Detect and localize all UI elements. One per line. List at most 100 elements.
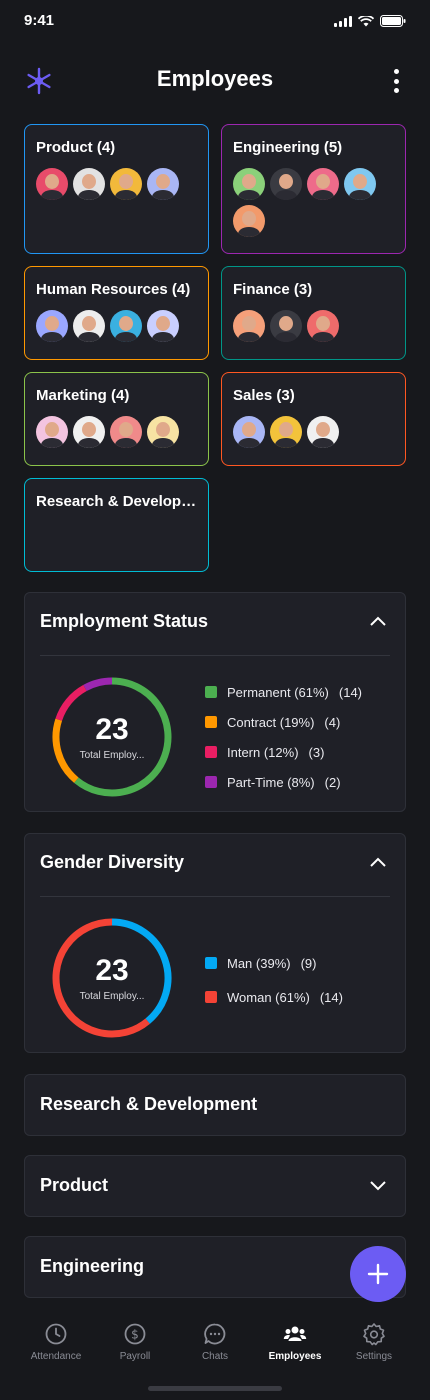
gear-icon [363, 1323, 385, 1346]
dollar-icon: $ [124, 1323, 146, 1345]
avatar[interactable] [73, 168, 105, 200]
avatar[interactable] [270, 310, 302, 342]
legend-count: (3) [308, 744, 325, 760]
svg-text:$: $ [131, 1328, 139, 1342]
tab-employees[interactable]: Employees [255, 1322, 335, 1362]
legend-swatch [205, 776, 217, 788]
chevron-down-icon[interactable] [369, 1180, 387, 1192]
add-employee-button[interactable] [350, 1246, 406, 1302]
avatar[interactable] [270, 416, 302, 448]
home-indicator [148, 1386, 282, 1391]
avatar[interactable] [147, 416, 179, 448]
employment-donut-center: 23 Total Employ... [51, 713, 173, 761]
avatar[interactable] [233, 416, 265, 448]
legend-item-permanent: Permanent (61%) (14) [205, 677, 362, 707]
legend-item-contract: Contract (19%) (4) [205, 707, 362, 737]
legend-swatch [205, 957, 217, 969]
more-options-icon[interactable] [388, 66, 404, 96]
legend-swatch [205, 716, 217, 728]
avatar[interactable] [307, 416, 339, 448]
chat-icon [204, 1323, 226, 1345]
department-card-finance[interactable]: Finance (3) [221, 266, 406, 360]
tab-attendance[interactable]: Attendance [16, 1322, 96, 1362]
legend-count: (14) [338, 684, 363, 700]
section-title: Research & Development [40, 1094, 258, 1114]
tab-label: Attendance [30, 1351, 82, 1362]
legend-label: Permanent (61%) [227, 684, 329, 700]
tab-settings[interactable]: Settings [334, 1322, 414, 1362]
department-card-engineering[interactable]: Engineering (5) [221, 124, 406, 254]
status-icons [334, 15, 406, 27]
avatar[interactable] [233, 205, 265, 237]
avatar[interactable] [36, 168, 68, 200]
divider [40, 896, 390, 897]
department-card-marketing[interactable]: Marketing (4) [24, 372, 209, 466]
department-card-research-development[interactable]: Research & Development [24, 478, 209, 572]
avatar-group [233, 416, 394, 448]
tab-label: Settings [355, 1351, 393, 1362]
status-bar: 9:41 [0, 0, 430, 44]
page-title: Employees [156, 66, 274, 91]
department-card-sales[interactable]: Sales (3) [221, 372, 406, 466]
avatar[interactable] [110, 310, 142, 342]
legend-count: (4) [324, 714, 341, 730]
section-engineering[interactable]: Engineering [24, 1236, 406, 1298]
section-product[interactable]: Product [24, 1155, 406, 1217]
gender-total-label: Total Employ... [79, 991, 145, 1002]
department-card-human-resources[interactable]: Human Resources (4) [24, 266, 209, 360]
department-title: Research & Development [36, 493, 197, 510]
avatar[interactable] [36, 416, 68, 448]
tab-payroll[interactable]: $ Payroll [95, 1322, 175, 1362]
tab-label: Employees [268, 1351, 322, 1362]
legend-item-man: Man (39%) (9) [205, 946, 343, 980]
avatar-group [233, 168, 394, 237]
department-card-product[interactable]: Product (4) [24, 124, 209, 254]
department-title: Engineering (5) [233, 139, 343, 156]
employment-status-panel: Employment Status 23 Total Employ... Per… [24, 592, 406, 812]
avatar[interactable] [233, 310, 265, 342]
legend-count: (14) [319, 989, 343, 1005]
legend-swatch [205, 991, 217, 1003]
chevron-up-icon[interactable] [369, 856, 387, 868]
employment-total: 23 [95, 713, 129, 746]
legend-item-woman: Woman (61%) (14) [205, 980, 343, 1014]
app-header: Employees [0, 56, 430, 106]
chevron-up-icon[interactable] [369, 615, 387, 627]
department-title: Sales (3) [233, 387, 295, 404]
avatar-group [36, 416, 197, 448]
avatar[interactable] [270, 168, 302, 200]
people-icon [283, 1326, 307, 1341]
section-research-development[interactable]: Research & Development [24, 1074, 406, 1136]
avatar[interactable] [307, 310, 339, 342]
avatar-group [36, 168, 197, 200]
legend-swatch [205, 746, 217, 758]
signal-icon [334, 15, 352, 27]
department-title: Human Resources (4) [36, 281, 191, 298]
avatar[interactable] [36, 310, 68, 342]
avatar[interactable] [73, 416, 105, 448]
avatar[interactable] [307, 168, 339, 200]
avatar[interactable] [73, 310, 105, 342]
legend-item-intern: Intern (12%) (3) [205, 737, 362, 767]
divider [40, 655, 390, 656]
legend-label: Man (39%) [227, 955, 291, 971]
legend-label: Woman (61%) [227, 989, 310, 1005]
tab-chats[interactable]: Chats [175, 1322, 255, 1362]
department-title: Marketing (4) [36, 387, 130, 404]
avatar[interactable] [233, 168, 265, 200]
legend-swatch [205, 686, 217, 698]
legend-label: Contract (19%) [227, 714, 315, 730]
legend-label: Part-Time (8%) [227, 774, 315, 790]
gender-diversity-title: Gender Diversity [40, 852, 185, 872]
section-title: Product [40, 1175, 109, 1195]
avatar[interactable] [110, 168, 142, 200]
avatar[interactable] [147, 310, 179, 342]
avatar[interactable] [147, 168, 179, 200]
avatar[interactable] [110, 416, 142, 448]
employment-total-label: Total Employ... [79, 750, 145, 761]
battery-icon [380, 15, 406, 27]
legend-item-part-time: Part-Time (8%) (2) [205, 767, 362, 797]
donut-segment [83, 677, 113, 692]
gender-diversity-panel: Gender Diversity 23 Total Employ... Man … [24, 833, 406, 1053]
avatar[interactable] [344, 168, 376, 200]
